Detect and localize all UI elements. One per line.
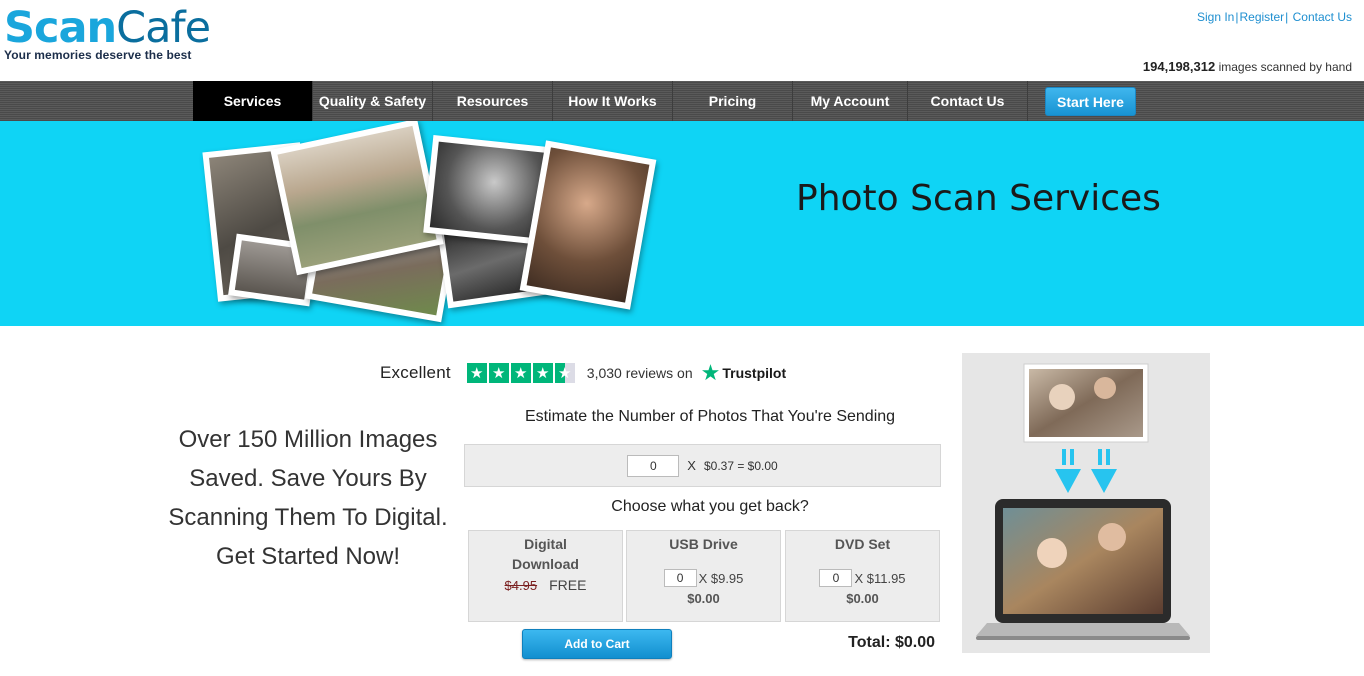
main-nav: Services Quality & Safety Resources How … [193, 81, 1028, 121]
trustpilot-stars: ★ ★ ★ ★ ★ [466, 363, 575, 383]
free-price: FREE [549, 577, 587, 593]
trustpilot-rating-word: Excellent [380, 363, 451, 382]
trustpilot-brand: Trustpilot [722, 365, 787, 381]
estimate-heading: Estimate the Number of Photos That You'r… [524, 408, 896, 425]
usb-unit-price: X $9.95 [698, 570, 744, 586]
dvd-unit-price: X $11.95 [854, 570, 906, 586]
nav-item-services[interactable]: Services [193, 81, 313, 121]
order-total: Total: $0.00 [848, 634, 935, 651]
images-scanned-count: 194,198,312 [1142, 59, 1216, 74]
promo-text: Over 150 Million Images Saved. Save Your… [168, 426, 448, 570]
add-to-cart-button[interactable]: Add to Cart [522, 629, 672, 659]
hero-banner: Photo Scan Services [0, 121, 1364, 326]
choose-output-heading: Choose what you get back? [611, 498, 809, 515]
down-arrow-icon [1055, 449, 1081, 493]
nav-item-resources[interactable]: Resources [433, 81, 553, 121]
option-qty-row: X $9.95 [627, 569, 780, 587]
option-usb-drive[interactable]: USB Drive X $9.95 $0.00 [626, 530, 781, 622]
option-digital-download[interactable]: Digital Download $4.95 FREE [468, 530, 623, 622]
multiply-sign: X [687, 458, 696, 473]
scan-to-laptop-illustration [962, 353, 1210, 653]
main-navbar: Services Quality & Safety Resources How … [0, 81, 1364, 121]
down-arrow-icon [1091, 449, 1117, 493]
star-icon: ★ [466, 363, 487, 383]
scancafe-logo[interactable]: ScanCafe Your memories deserve the best [4, 3, 211, 62]
star-icon: ★ [488, 363, 509, 383]
dvd-quantity-input[interactable] [819, 569, 853, 587]
photo-price-calc: $0.37 = $0.00 [703, 458, 778, 473]
nav-item-how-it-works[interactable]: How It Works [553, 81, 673, 121]
option-title: Digital Download [512, 536, 579, 572]
option-price-row: $4.95 FREE [469, 577, 622, 593]
old-price: $4.95 [504, 577, 538, 593]
trustpilot-logo: ★ Trustpilot [701, 362, 787, 384]
images-scanned-label: images scanned by hand [1218, 60, 1352, 74]
photo-quantity-input[interactable] [627, 454, 680, 477]
nav-item-pricing[interactable]: Pricing [673, 81, 793, 121]
half-star-icon: ★ [554, 363, 575, 383]
option-title: USB Drive [669, 536, 738, 552]
register-link[interactable]: Register [1239, 10, 1284, 24]
trustpilot-star-icon: ★ [700, 360, 721, 385]
star-icon: ★ [532, 363, 553, 383]
dvd-subtotal: $0.00 [846, 591, 879, 606]
option-qty-row: X $11.95 [786, 569, 939, 587]
scan-illustration-svg [976, 363, 1190, 640]
nav-item-my-account[interactable]: My Account [793, 81, 908, 121]
logo-tagline: Your memories deserve the best [4, 48, 192, 62]
contact-us-link[interactable]: Contact Us [1293, 10, 1352, 24]
images-scanned-counter: 194,198,312 images scanned by hand [1143, 59, 1352, 74]
logo-wordmark: ScanCafe [4, 3, 211, 53]
nav-item-quality-safety[interactable]: Quality & Safety [313, 81, 433, 121]
nav-item-contact-us[interactable]: Contact Us [908, 81, 1028, 121]
trustpilot-widget[interactable]: Excellent ★ ★ ★ ★ ★ 3,030 reviews on ★ T… [380, 362, 786, 384]
usb-subtotal: $0.00 [687, 591, 720, 606]
page-title: Photo Scan Services [796, 178, 1161, 219]
sign-in-link[interactable]: Sign In [1197, 10, 1234, 24]
start-here-button[interactable]: Start Here [1045, 87, 1136, 116]
option-dvd-set[interactable]: DVD Set X $11.95 $0.00 [785, 530, 940, 622]
option-title: DVD Set [834, 536, 891, 552]
link-separator: | [1285, 10, 1289, 24]
trustpilot-review-count: 3,030 reviews on [586, 365, 693, 381]
usb-quantity-input[interactable] [663, 569, 697, 587]
photo-estimator: X $0.37 = $0.00 [464, 444, 941, 487]
top-links: Sign In|Register| Contact Us [1197, 10, 1352, 24]
star-icon: ★ [510, 363, 531, 383]
